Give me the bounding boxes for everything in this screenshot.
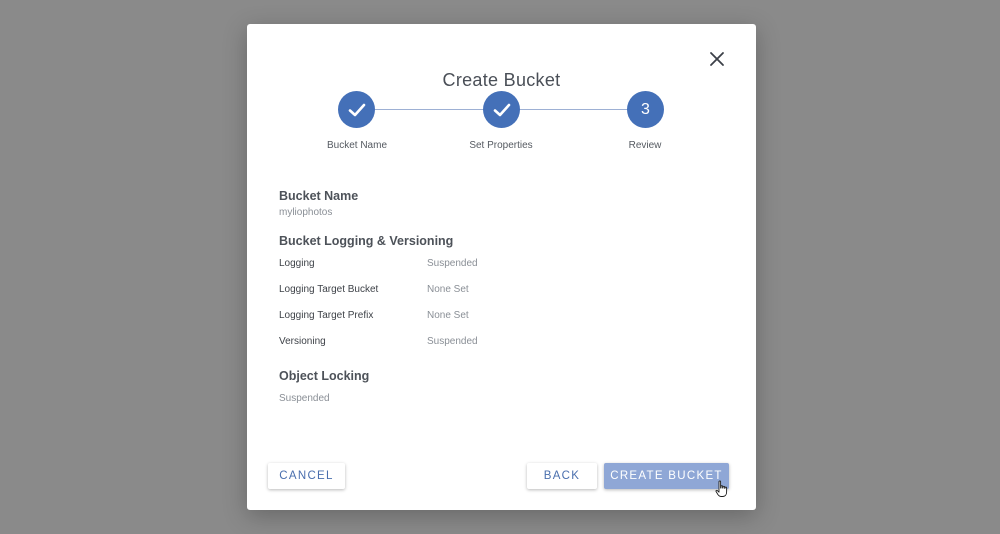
logging-target-bucket-value: None Set	[427, 284, 469, 295]
step-3-current: 3	[627, 91, 664, 128]
check-icon	[493, 103, 510, 116]
close-icon[interactable]	[708, 50, 726, 68]
create-bucket-dialog: Create Bucket 3 Bucket Name Set Properti…	[247, 24, 756, 510]
create-bucket-button[interactable]: CREATE BUCKET	[604, 463, 729, 489]
dialog-title: Create Bucket	[442, 70, 561, 90]
logging-versioning-heading: Bucket Logging & Versioning	[279, 234, 454, 248]
step-label-set-properties: Set Properties	[469, 140, 533, 151]
bucket-name-heading: Bucket Name	[279, 189, 359, 203]
stepper-connector	[375, 109, 484, 110]
logging-label: Logging	[279, 258, 315, 269]
object-locking-heading: Object Locking	[279, 369, 370, 383]
step-2-complete	[483, 91, 520, 128]
step-1-complete	[338, 91, 375, 128]
step-label-review: Review	[628, 140, 662, 151]
logging-value: Suspended	[427, 258, 478, 269]
check-icon	[348, 103, 365, 116]
logging-target-prefix-value: None Set	[427, 310, 469, 321]
bucket-name-value: myliophotos	[279, 207, 333, 218]
stepper-connector	[519, 109, 628, 110]
versioning-value: Suspended	[427, 336, 478, 347]
logging-target-prefix-label: Logging Target Prefix	[279, 310, 374, 321]
logging-target-bucket-label: Logging Target Bucket	[279, 284, 379, 295]
step-label-bucket-name: Bucket Name	[326, 140, 388, 151]
versioning-label: Versioning	[279, 336, 326, 347]
back-button[interactable]: BACK	[527, 463, 597, 489]
hand-cursor-icon	[715, 480, 728, 497]
cancel-button[interactable]: CANCEL	[268, 463, 345, 489]
object-locking-value: Suspended	[279, 393, 330, 404]
